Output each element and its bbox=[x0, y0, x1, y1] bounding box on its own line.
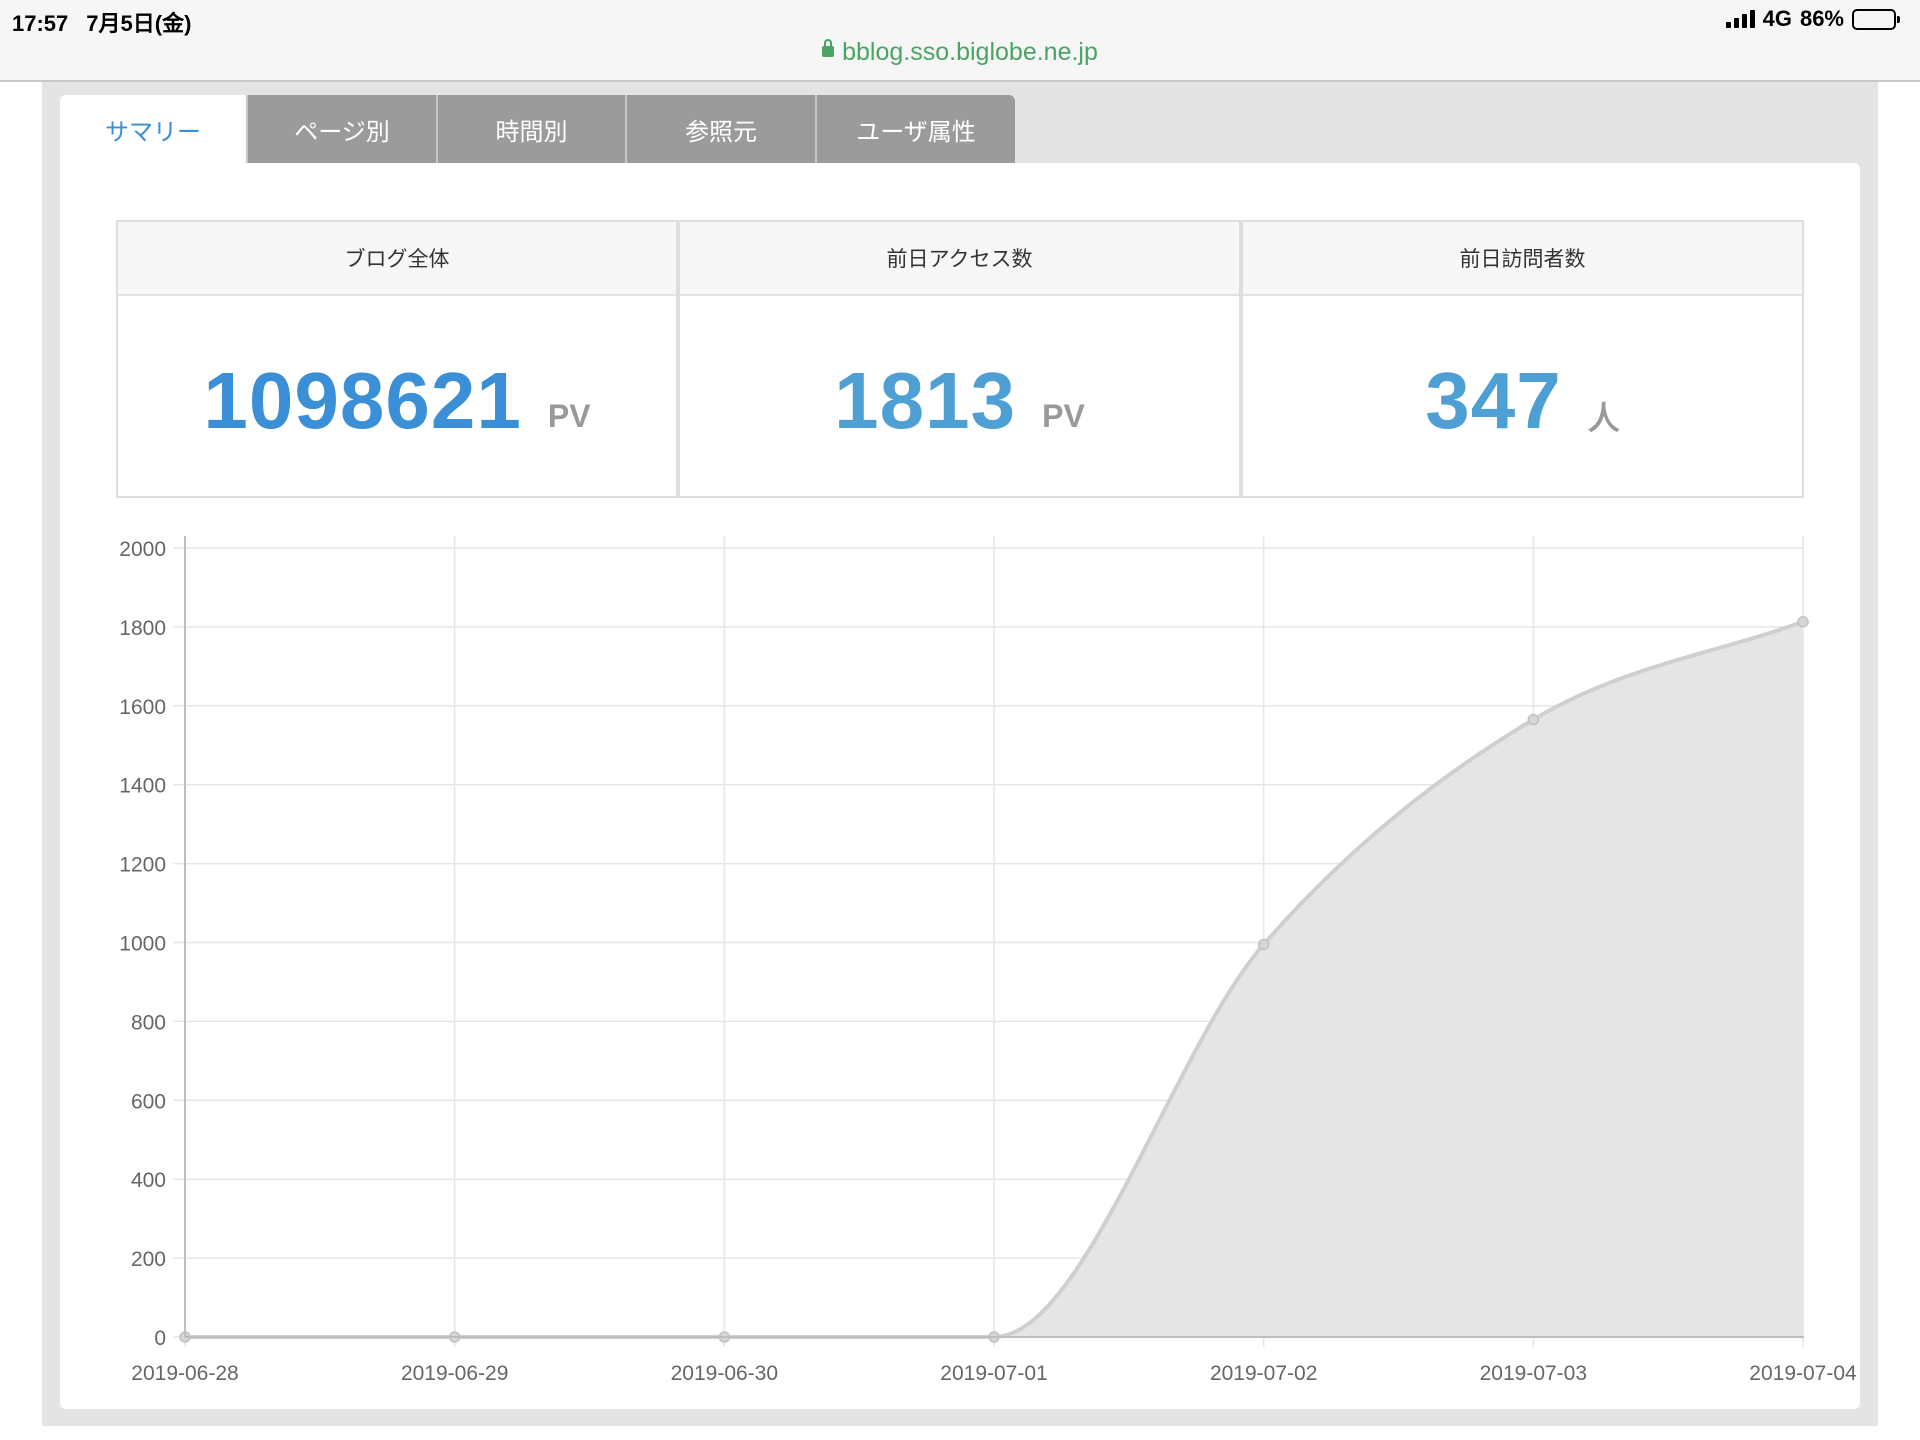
y-tick-label: 200 bbox=[131, 1248, 166, 1271]
y-tick-label: 800 bbox=[131, 1011, 166, 1034]
y-tick-label: 1400 bbox=[119, 775, 166, 798]
x-tick-label: 2019-06-29 bbox=[401, 1362, 508, 1385]
data-point bbox=[1527, 713, 1540, 726]
y-tick-label: 2000 bbox=[119, 538, 166, 561]
y-tick-label: 600 bbox=[131, 1090, 166, 1113]
x-tick-label: 2019-06-28 bbox=[131, 1362, 238, 1385]
x-tick-label: 2019-07-02 bbox=[1210, 1362, 1317, 1385]
y-tick-label: 400 bbox=[131, 1169, 166, 1192]
data-point bbox=[1257, 938, 1270, 951]
y-tick-label: 1000 bbox=[119, 933, 166, 956]
data-point bbox=[1797, 616, 1809, 628]
pv-area-chart: 0 200 400 600 800 1000 1200 1400 1600 1800 2000 201… bbox=[119, 536, 1857, 1385]
x-tick-label: 2019-07-03 bbox=[1480, 1362, 1587, 1385]
y-tick-label: 0 bbox=[154, 1327, 166, 1350]
y-tick-label: 1800 bbox=[119, 617, 166, 640]
x-tick-label: 2019-06-30 bbox=[671, 1362, 778, 1385]
y-tick-label: 1200 bbox=[119, 854, 166, 877]
x-tick-label: 2019-07-04 bbox=[1749, 1362, 1857, 1385]
y-tick-label: 1600 bbox=[119, 696, 166, 719]
x-tick-label: 2019-07-01 bbox=[940, 1362, 1047, 1385]
